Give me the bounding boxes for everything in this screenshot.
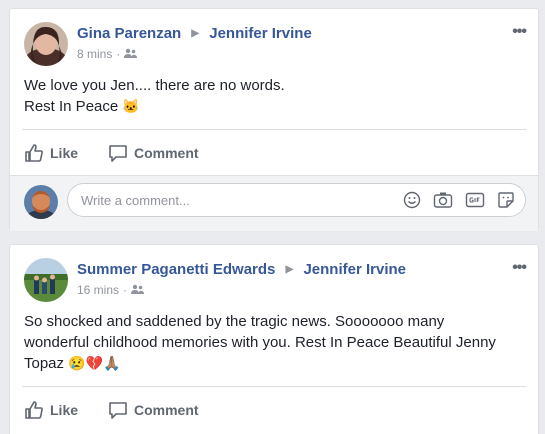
post-card: Summer Paganetti Edwards ▶ Jennifer Irvi…	[9, 244, 539, 434]
post-text-line: Topaz 😢💔🙏🏽	[24, 353, 524, 374]
post-meta: 16 mins ·	[77, 283, 145, 297]
post-text-span: Topaz	[24, 355, 65, 372]
divider	[22, 129, 526, 130]
sticker-icon[interactable]	[497, 191, 515, 209]
post-text: We love you Jen.... there are no words. …	[24, 75, 524, 117]
separator-dot: ·	[123, 283, 128, 297]
author-line: Gina Parenzan ▶ Jennifer Irvine	[77, 25, 312, 42]
comment-button[interactable]: Comment	[108, 143, 199, 163]
post-text-line: Rest In Peace 🐱	[24, 96, 524, 117]
comment-label: Comment	[134, 145, 199, 161]
comment-label: Comment	[134, 402, 199, 418]
timestamp[interactable]: 8 mins	[77, 47, 112, 61]
separator-dot: ·	[116, 47, 121, 61]
author-name[interactable]: Summer Paganetti Edwards	[77, 261, 275, 278]
post-text: So shocked and saddened by the tragic ne…	[24, 311, 524, 374]
emoji-group: 😢💔🙏🏽	[68, 355, 121, 371]
comment-input[interactable]: Write a comment...	[67, 183, 526, 217]
more-options-icon[interactable]: •••	[512, 259, 527, 277]
post-meta: 8 mins ·	[77, 47, 138, 61]
post-card: Gina Parenzan ▶ Jennifer Irvine 8 mins ·…	[9, 8, 539, 231]
thumbs-up-icon	[25, 401, 43, 419]
comment-button[interactable]: Comment	[108, 400, 199, 420]
viewer-avatar[interactable]	[24, 185, 58, 219]
camera-icon[interactable]	[433, 191, 453, 209]
cat-emoji: 🐱	[122, 98, 140, 114]
post-text-line: We love you Jen.... there are no words.	[24, 77, 285, 94]
comment-placeholder: Write a comment...	[81, 193, 190, 208]
speech-bubble-icon	[109, 145, 127, 162]
like-label: Like	[50, 145, 79, 161]
post-text-line: wonderful childhood memories with you. R…	[24, 334, 496, 351]
like-button[interactable]: Like	[24, 143, 78, 163]
thumbs-up-icon	[25, 144, 43, 162]
divider	[22, 386, 526, 387]
timestamp[interactable]: 16 mins	[77, 283, 119, 297]
target-name[interactable]: Jennifer Irvine	[209, 25, 312, 42]
more-options-icon[interactable]: •••	[512, 23, 527, 41]
post-text-line: So shocked and saddened by the tragic ne…	[24, 313, 445, 330]
triangle-right-icon: ▶	[191, 28, 200, 39]
emoji-icon[interactable]	[403, 191, 421, 209]
target-name[interactable]: Jennifer Irvine	[303, 261, 406, 278]
author-name[interactable]: Gina Parenzan	[77, 25, 181, 42]
gif-icon[interactable]	[465, 191, 485, 209]
author-line: Summer Paganetti Edwards ▶ Jennifer Irvi…	[77, 261, 406, 278]
author-avatar[interactable]	[24, 22, 68, 66]
triangle-right-icon: ▶	[285, 264, 294, 275]
friends-audience-icon[interactable]	[131, 283, 145, 297]
author-avatar[interactable]	[24, 258, 68, 302]
friends-audience-icon[interactable]	[124, 47, 138, 61]
comment-composer: Write a comment...	[10, 175, 538, 231]
speech-bubble-icon	[109, 402, 127, 419]
comment-tools	[403, 191, 515, 209]
like-label: Like	[50, 402, 79, 418]
post-text-span: Rest In Peace	[24, 98, 119, 115]
like-button[interactable]: Like	[24, 400, 78, 420]
